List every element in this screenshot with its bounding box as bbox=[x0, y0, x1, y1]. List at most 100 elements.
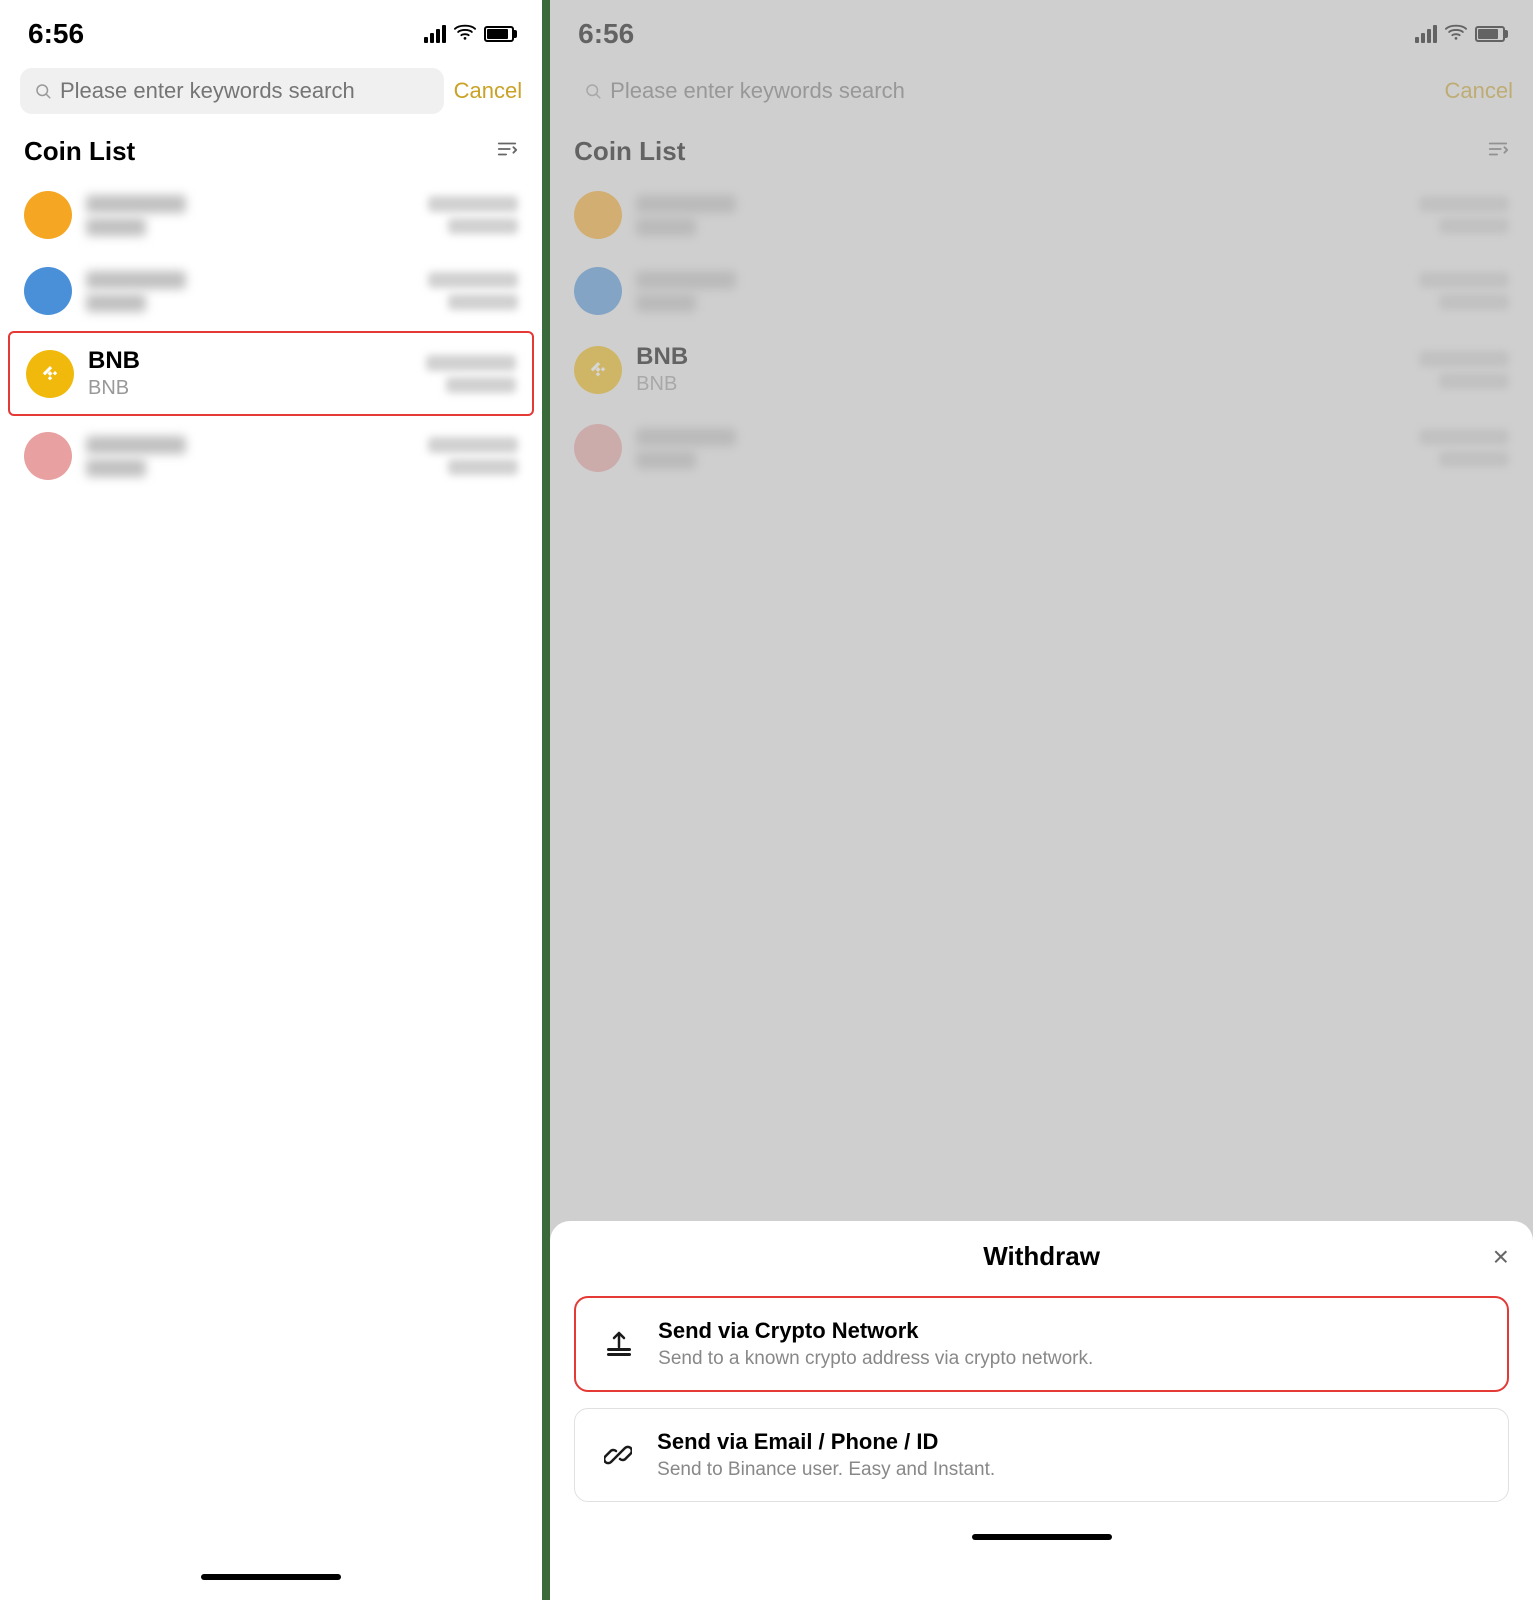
bnb-coin-name: BNB bbox=[88, 347, 412, 375]
right-search-input-container[interactable] bbox=[570, 68, 1434, 114]
coin-sub-blurred bbox=[86, 459, 146, 477]
left-search-input-container[interactable] bbox=[20, 68, 444, 114]
coin-value-blurred bbox=[426, 355, 516, 371]
coin-sub-blurred bbox=[636, 294, 696, 312]
withdraw-bottom-sheet: Withdraw × Send via Crypto Network Send … bbox=[550, 1221, 1533, 1600]
coin-value-area bbox=[428, 272, 518, 310]
list-item[interactable] bbox=[550, 177, 1533, 253]
crypto-option-text: Send via Crypto Network Send to a known … bbox=[658, 1318, 1093, 1370]
left-status-icons bbox=[424, 23, 514, 46]
coin-value-blurred bbox=[428, 437, 518, 453]
wifi-icon bbox=[454, 23, 476, 46]
coin-value-area bbox=[426, 355, 516, 393]
left-panel: 6:56 bbox=[0, 0, 542, 1600]
close-button[interactable]: × bbox=[1493, 1243, 1509, 1271]
coin-change-blurred bbox=[1439, 451, 1509, 467]
coin-info bbox=[636, 195, 1405, 236]
coin-value-area bbox=[1419, 429, 1509, 467]
coin-info bbox=[636, 271, 1405, 312]
right-status-icons bbox=[1415, 23, 1505, 46]
right-time: 6:56 bbox=[578, 18, 634, 50]
coin-value-area bbox=[1419, 351, 1509, 389]
right-bnb-coin-name: BNB bbox=[636, 343, 1405, 371]
list-item[interactable] bbox=[0, 177, 542, 253]
left-cancel-button[interactable]: Cancel bbox=[454, 78, 522, 104]
email-phone-option[interactable]: Send via Email / Phone / ID Send to Bina… bbox=[574, 1408, 1509, 1502]
sort-icon[interactable] bbox=[496, 138, 518, 166]
coin-value-blurred bbox=[1419, 196, 1509, 212]
list-item[interactable] bbox=[550, 410, 1533, 486]
home-bar bbox=[201, 1574, 341, 1580]
coin-value-area bbox=[1419, 272, 1509, 310]
bnb-logo-icon bbox=[35, 359, 65, 389]
coin-change-blurred bbox=[448, 294, 518, 310]
coin-info bbox=[86, 195, 414, 236]
email-option-title: Send via Email / Phone / ID bbox=[657, 1429, 995, 1455]
list-item[interactable] bbox=[550, 253, 1533, 329]
coin-change-blurred bbox=[446, 377, 516, 393]
right-coin-list-header: Coin List bbox=[550, 122, 1533, 177]
left-coin-list: BNB BNB bbox=[0, 177, 542, 1558]
bnb-coin-sub: BNB bbox=[88, 377, 412, 400]
email-option-desc: Send to Binance user. Easy and Instant. bbox=[657, 1459, 995, 1481]
coin-sub-blurred bbox=[636, 451, 696, 469]
right-bnb-coin-info: BNB BNB bbox=[636, 343, 1405, 396]
left-time: 6:56 bbox=[28, 18, 84, 50]
link-icon bbox=[597, 1434, 639, 1476]
coin-info bbox=[86, 436, 414, 477]
crypto-option-desc: Send to a known crypto address via crypt… bbox=[658, 1348, 1093, 1370]
battery-icon bbox=[484, 26, 514, 42]
wifi-icon bbox=[1445, 23, 1467, 46]
search-input[interactable] bbox=[60, 78, 430, 104]
left-status-bar: 6:56 bbox=[0, 0, 542, 60]
left-search-bar[interactable]: Cancel bbox=[0, 60, 542, 122]
coin-value-area bbox=[1419, 196, 1509, 234]
right-sort-icon[interactable] bbox=[1487, 138, 1509, 166]
coin-info bbox=[86, 271, 414, 312]
coin-info bbox=[636, 428, 1405, 469]
coin-value-blurred bbox=[428, 272, 518, 288]
coin-change-blurred bbox=[448, 218, 518, 234]
coin-avatar bbox=[574, 191, 622, 239]
right-panel: 6:56 bbox=[550, 0, 1533, 1600]
right-search-bar[interactable]: Cancel bbox=[550, 60, 1533, 122]
right-search-input[interactable] bbox=[610, 78, 1420, 104]
left-coin-list-header: Coin List bbox=[0, 122, 542, 177]
left-home-indicator bbox=[0, 1558, 542, 1600]
coin-value-blurred bbox=[1419, 429, 1509, 445]
bnb-coin-info: BNB BNB bbox=[88, 347, 412, 400]
email-option-text: Send via Email / Phone / ID Send to Bina… bbox=[657, 1429, 995, 1481]
search-icon bbox=[584, 82, 602, 100]
right-bnb-list-item[interactable]: BNB BNB bbox=[550, 329, 1533, 410]
right-bnb-avatar bbox=[574, 346, 622, 394]
bottom-sheet-header: Withdraw × bbox=[574, 1241, 1509, 1272]
coin-sub-blurred bbox=[86, 218, 146, 236]
coin-sub-blurred bbox=[636, 218, 696, 236]
panel-divider bbox=[542, 0, 550, 1600]
coin-name-blurred bbox=[86, 271, 186, 289]
list-item[interactable] bbox=[0, 418, 542, 494]
search-icon bbox=[34, 82, 52, 100]
list-item[interactable] bbox=[0, 253, 542, 329]
right-bnb-coin-sub: BNB bbox=[636, 373, 1405, 396]
signal-bars-icon bbox=[1415, 25, 1437, 43]
withdraw-title: Withdraw bbox=[983, 1241, 1100, 1272]
bnb-list-item[interactable]: BNB BNB bbox=[8, 331, 534, 416]
right-cancel-button[interactable]: Cancel bbox=[1445, 78, 1513, 104]
coin-change-blurred bbox=[1439, 294, 1509, 310]
right-home-indicator bbox=[574, 1518, 1509, 1560]
coin-avatar bbox=[24, 191, 72, 239]
coin-value-area bbox=[428, 196, 518, 234]
right-coin-list-title: Coin List bbox=[574, 136, 685, 167]
coin-avatar bbox=[574, 424, 622, 472]
crypto-network-option[interactable]: Send via Crypto Network Send to a known … bbox=[574, 1296, 1509, 1392]
coin-value-blurred bbox=[1419, 272, 1509, 288]
signal-bars-icon bbox=[424, 25, 446, 43]
coin-avatar bbox=[24, 432, 72, 480]
coin-name-blurred bbox=[636, 195, 736, 213]
coin-avatar bbox=[24, 267, 72, 315]
coin-change-blurred bbox=[1439, 373, 1509, 389]
coin-sub-blurred bbox=[86, 294, 146, 312]
left-coin-list-title: Coin List bbox=[24, 136, 135, 167]
bnb-logo-icon bbox=[583, 355, 613, 385]
